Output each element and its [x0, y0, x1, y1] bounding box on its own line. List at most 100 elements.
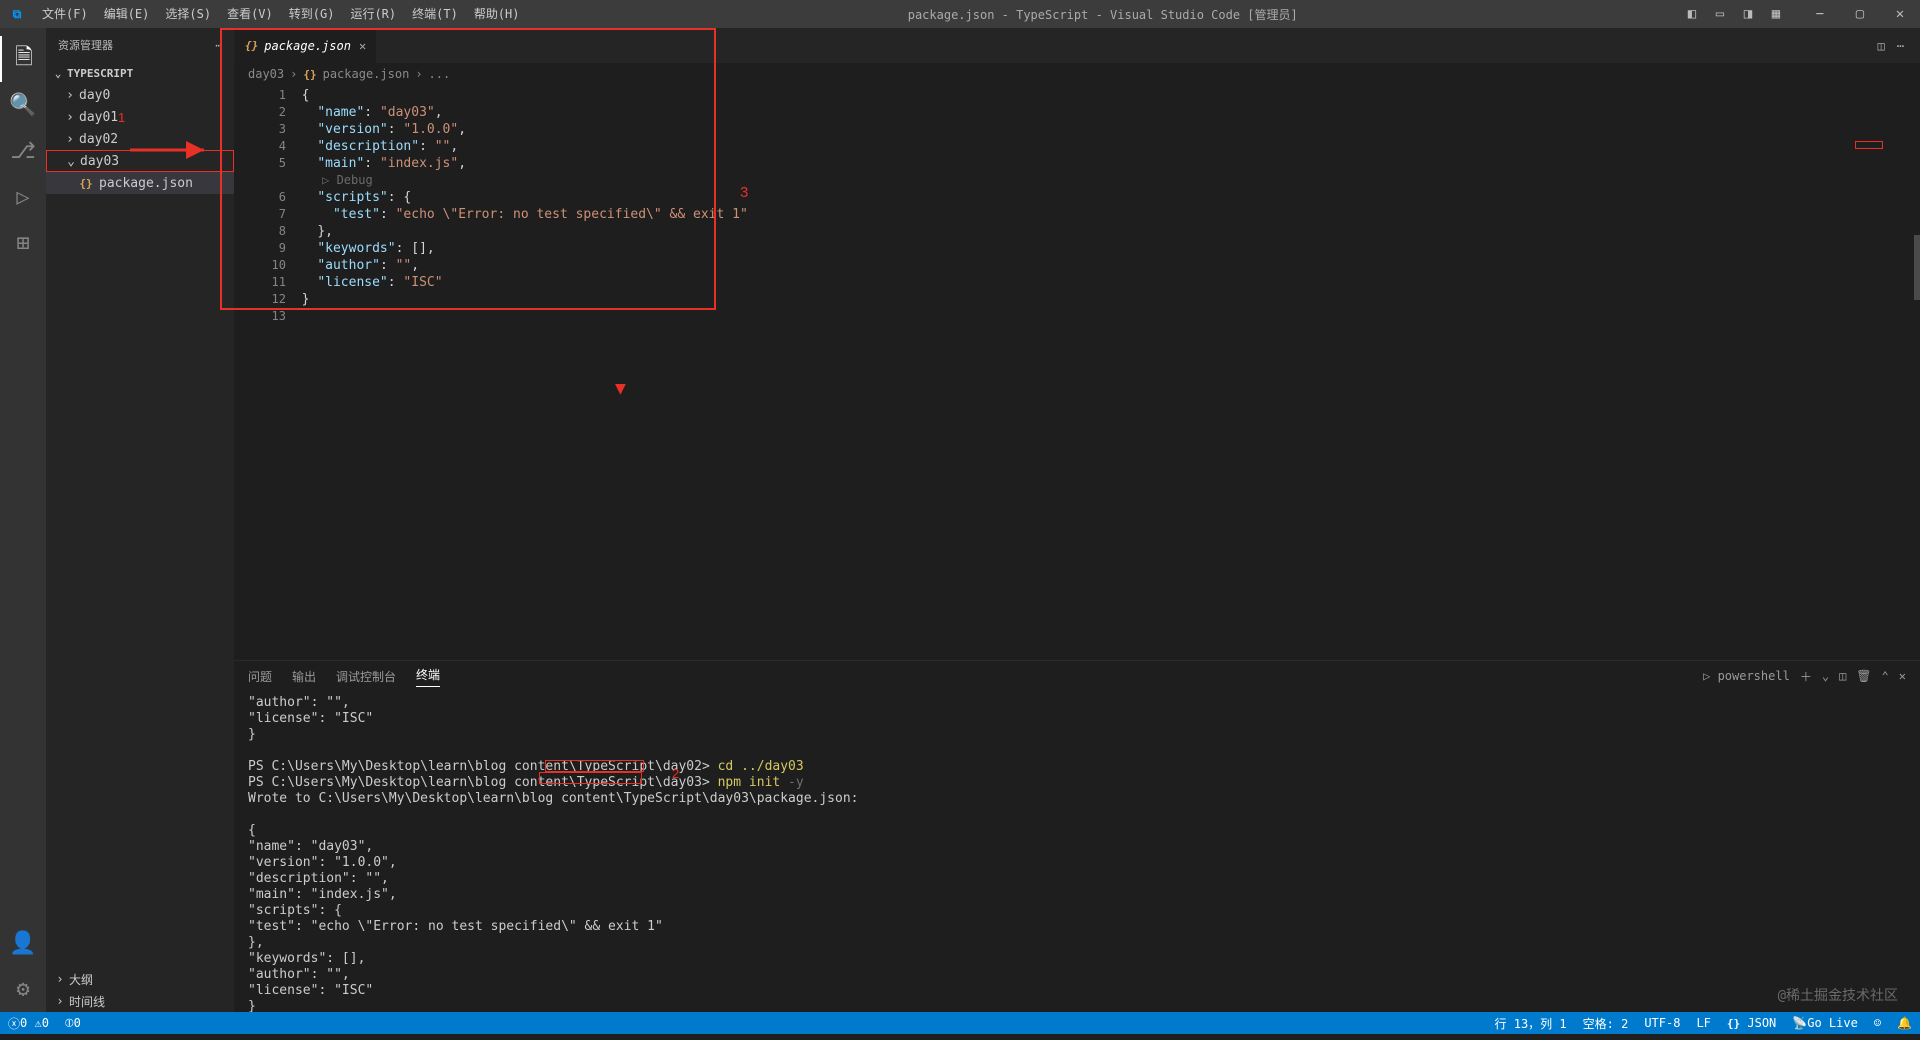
code-area[interactable]: { "name": "day03", "version": "1.0.0", "…	[286, 85, 1920, 660]
status-errors[interactable]: ⓧ 0 ⚠ 0	[0, 1015, 57, 1032]
status-encoding[interactable]: UTF-8	[1636, 1016, 1688, 1030]
folder-label: day03	[80, 154, 119, 169]
explorer-icon[interactable]: 🗎	[0, 36, 46, 82]
close-icon[interactable]: ✕	[359, 39, 366, 53]
tab-problems[interactable]: 问题	[248, 668, 272, 685]
timeline-label: 时间线	[69, 993, 105, 1010]
terminal-cmd: cd ../day03	[718, 759, 804, 774]
folder-day0[interactable]: › day0	[46, 84, 234, 106]
status-bar: ⓧ 0 ⚠ 0 ⦶ 0 行 13，列 1 空格: 2 UTF-8 LF {} J…	[0, 1012, 1920, 1034]
folder-day01[interactable]: › day01 1	[46, 106, 234, 128]
window-maximize-icon[interactable]: ▢	[1840, 0, 1880, 28]
window-close-icon[interactable]: ✕	[1880, 0, 1920, 28]
kill-terminal-icon[interactable]: 🗑	[1856, 669, 1871, 683]
tab-output[interactable]: 输出	[292, 668, 316, 685]
extensions-icon[interactable]: ⊞	[0, 220, 46, 266]
terminal-dropdown-icon[interactable]: ⌄	[1822, 669, 1829, 683]
crumb-file[interactable]: package.json	[323, 67, 410, 81]
folder-day02[interactable]: › day02	[46, 128, 234, 150]
vscode-logo-icon: ⧉	[0, 7, 34, 22]
status-feedback-icon[interactable]: ☺	[1866, 1016, 1889, 1030]
new-terminal-icon[interactable]: ＋	[1800, 668, 1812, 685]
sidebar: 资源管理器 ⋯ ⌄ TYPESCRIPT › day0 › day01 1 › …	[46, 28, 234, 1012]
terminal-line: "main": "index.js",	[248, 887, 1906, 903]
menu-go[interactable]: 转到(G)	[281, 0, 343, 28]
split-editor-icon[interactable]: ◫	[1872, 39, 1891, 53]
editor-actions: ◫ ⋯	[1872, 28, 1920, 63]
close-panel-icon[interactable]: ✕	[1899, 669, 1906, 683]
tab-debug-console[interactable]: 调试控制台	[336, 668, 396, 685]
terminal-line: }	[248, 999, 1906, 1012]
watermark: @稀土掘金技术社区	[1778, 988, 1898, 1004]
file-package-json[interactable]: {} package.json	[46, 172, 234, 194]
crumb-more[interactable]: ...	[429, 67, 451, 81]
menu-help[interactable]: 帮助(H)	[466, 0, 528, 28]
annotation-3: 3	[740, 184, 748, 201]
sidebar-header: 资源管理器 ⋯	[46, 28, 234, 62]
folder-label: day02	[79, 132, 118, 147]
tab-package-json[interactable]: {} package.json ✕	[234, 28, 376, 63]
status-bell-icon[interactable]: 🔔	[1889, 1016, 1920, 1030]
search-icon[interactable]: 🔍	[0, 82, 46, 128]
sidebar-more-icon[interactable]: ⋯	[215, 39, 222, 52]
outline-label: 大纲	[69, 971, 93, 988]
terminal-line: "description": "",	[248, 871, 1906, 887]
editor-group: {} package.json ✕ ◫ ⋯ day03› {} package.…	[234, 28, 1920, 1012]
project-name: TYPESCRIPT	[67, 67, 133, 80]
source-control-icon[interactable]: ⎇	[0, 128, 46, 174]
terminal-profile[interactable]: ▷ powershell	[1703, 669, 1790, 683]
scrollbar[interactable]	[1914, 235, 1920, 300]
editor[interactable]: 12345 678910111213 { "name": "day03", "v…	[234, 85, 1920, 660]
status-cursor-pos[interactable]: 行 13，列 1	[1487, 1015, 1575, 1032]
breadcrumb[interactable]: day03› {} package.json› ...	[234, 63, 1920, 85]
file-tree: › day0 › day01 1 › day02 ⌄ day03 {} pack…	[46, 84, 234, 968]
tab-label: package.json	[264, 39, 351, 53]
maximize-panel-icon[interactable]: ⌃	[1882, 669, 1889, 683]
crumb-folder[interactable]: day03	[248, 67, 284, 81]
status-port[interactable]: ⦶ 0	[57, 1016, 89, 1031]
terminal-line: "author": "",	[248, 695, 1906, 711]
menu-file[interactable]: 文件(F)	[34, 0, 96, 28]
timeline-section[interactable]: › 时间线	[46, 990, 234, 1012]
terminal[interactable]: "author": "", "license": "ISC" } PS C:\U…	[234, 691, 1920, 1012]
terminal-line: "name": "day03",	[248, 839, 1906, 855]
terminal-line: "license": "ISC"	[248, 983, 1906, 999]
status-language[interactable]: {} JSON	[1719, 1016, 1784, 1030]
line-numbers: 12345 678910111213	[234, 85, 286, 660]
more-actions-icon[interactable]: ⋯	[1891, 39, 1910, 53]
status-golive[interactable]: 📡 Go Live	[1784, 1016, 1866, 1030]
annotation-box	[539, 772, 642, 784]
debug-codelens[interactable]: Debug	[337, 173, 373, 187]
minimap[interactable]	[1825, 141, 1920, 161]
gear-icon[interactable]: ⚙	[0, 966, 46, 1012]
account-icon[interactable]: 👤	[0, 920, 46, 966]
menu-view[interactable]: 查看(V)	[219, 0, 281, 28]
menu-run[interactable]: 运行(R)	[342, 0, 404, 28]
json-file-icon: {}	[303, 68, 316, 81]
toggle-panel-left-icon[interactable]: ◧	[1678, 6, 1706, 22]
toggle-panel-bottom-icon[interactable]: ▭	[1706, 6, 1734, 22]
menu-edit[interactable]: 编辑(E)	[96, 0, 158, 28]
terminal-line: "scripts": {	[248, 903, 1906, 919]
menu-select[interactable]: 选择(S)	[157, 0, 219, 28]
layout-controls: ◧ ▭ ◨ ▦	[1678, 6, 1800, 22]
chevron-right-icon: ›	[64, 110, 76, 125]
status-eol[interactable]: LF	[1688, 1016, 1718, 1030]
terminal-line: "keywords": [],	[248, 951, 1906, 967]
folder-day03[interactable]: ⌄ day03	[46, 150, 234, 172]
run-debug-icon[interactable]: ▷	[0, 174, 46, 220]
window-minimize-icon[interactable]: −	[1800, 0, 1840, 28]
menu-bar: 文件(F) 编辑(E) 选择(S) 查看(V) 转到(G) 运行(R) 终端(T…	[34, 0, 528, 28]
terminal-prompt: PS C:\Users\My\Desktop\learn\blog conten…	[248, 759, 718, 774]
split-terminal-icon[interactable]: ◫	[1839, 669, 1846, 683]
customize-layout-icon[interactable]: ▦	[1762, 6, 1790, 22]
status-indent[interactable]: 空格: 2	[1575, 1015, 1637, 1032]
menu-terminal[interactable]: 终端(T)	[404, 0, 466, 28]
window-title: package.json - TypeScript - Visual Studi…	[528, 6, 1679, 23]
toggle-panel-right-icon[interactable]: ◨	[1734, 6, 1762, 22]
outline-section[interactable]: › 大纲	[46, 968, 234, 990]
folder-label: day0	[79, 88, 110, 103]
tab-terminal[interactable]: 终端	[416, 666, 440, 687]
chevron-down-icon: ⌄	[65, 154, 77, 169]
sidebar-section[interactable]: ⌄ TYPESCRIPT	[46, 62, 234, 84]
